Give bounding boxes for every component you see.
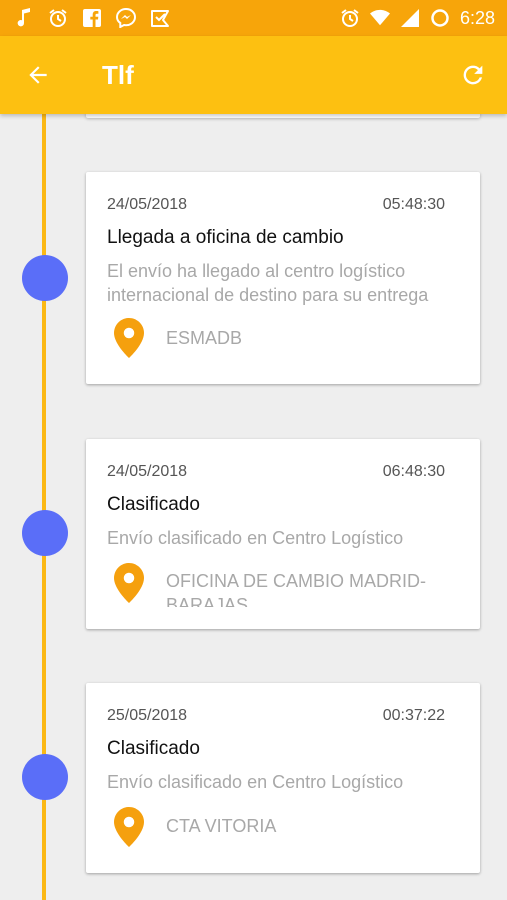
facebook-icon — [82, 8, 102, 28]
app-bar: Tlf — [0, 36, 507, 114]
signal-icon — [400, 8, 420, 28]
music-note-icon — [14, 8, 34, 28]
event-location: OFICINA DE CAMBIO MADRID-BARAJAS — [166, 571, 427, 607]
refresh-button[interactable] — [457, 59, 489, 91]
clock-time: 6:28 — [459, 7, 495, 28]
event-date: 24/05/2018 — [107, 463, 188, 480]
system-icons: 6:28 — [340, 0, 495, 36]
status-bar: 6:28 — [0, 0, 507, 36]
location-pin-icon — [114, 807, 144, 847]
battery-icon — [430, 8, 450, 28]
event-date: 25/05/2018 — [107, 707, 188, 724]
location-pin-icon — [114, 318, 144, 358]
timeline-dot — [22, 510, 68, 556]
event-location: CTA VITORIA — [166, 816, 277, 836]
timeline-dot — [22, 754, 68, 800]
timeline-dot — [22, 255, 68, 301]
event-title: Clasificado — [107, 738, 200, 759]
notification-icons — [14, 0, 170, 36]
alarm-icon — [340, 8, 360, 28]
alarm-icon — [48, 8, 68, 28]
event-description: Envío clasificado en Centro Logístico — [107, 528, 404, 548]
event-time: 05:48:30 — [382, 196, 445, 213]
event-location: ESMADB — [166, 328, 243, 348]
event-title: Llegada a oficina de cambio — [107, 227, 344, 248]
back-button[interactable] — [22, 59, 54, 91]
messenger-icon — [116, 8, 136, 28]
page-title: Tlf — [102, 60, 134, 90]
event-description: Envío clasificado en Centro Logístico — [107, 772, 404, 792]
event-date: 24/05/2018 — [107, 196, 188, 213]
refresh-icon — [463, 65, 483, 85]
timeline-card[interactable]: 24/05/2018 05:48:30 Llegada a oficina de… — [86, 172, 480, 384]
inbox-icon — [150, 8, 170, 28]
timeline-card[interactable]: 24/05/2018 06:48:30 Clasificado Envío cl… — [86, 439, 480, 629]
event-time: 06:48:30 — [382, 463, 445, 480]
event-time: 00:37:22 — [382, 707, 445, 724]
arrow-back-icon — [29, 66, 47, 84]
event-title: Clasificado — [107, 494, 200, 515]
location-pin-icon — [114, 563, 144, 603]
event-description: El envío ha llegado al centro logístico … — [107, 261, 429, 305]
timeline-card[interactable]: 25/05/2018 00:37:22 Clasificado Envío cl… — [86, 683, 480, 873]
wifi-icon — [369, 8, 390, 28]
